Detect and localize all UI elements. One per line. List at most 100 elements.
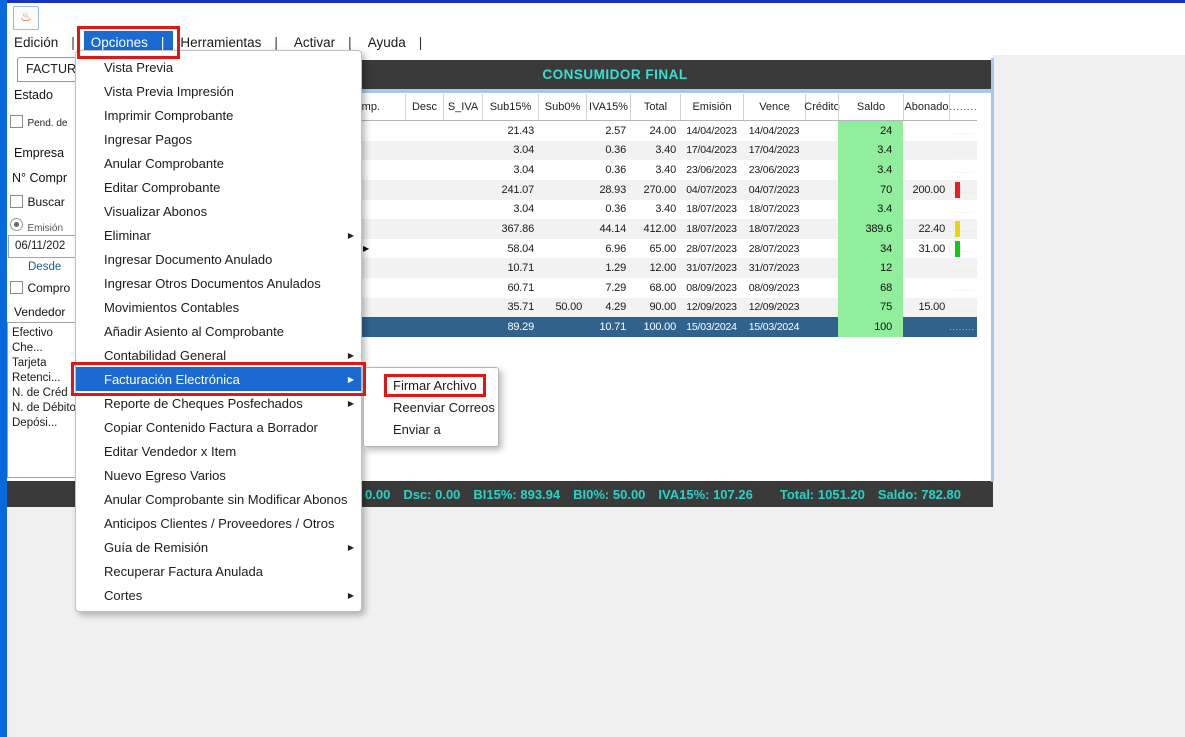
- menu-item-guia-de-remision[interactable]: Guía de Remisión▶: [76, 535, 361, 559]
- cell-iva15: 10.71: [586, 317, 630, 337]
- cell-s_iva: [443, 180, 482, 200]
- comprobante-checkbox-label: Compro: [27, 281, 70, 295]
- menu-item-anadir-asiento-al-comprobante[interactable]: Añadir Asiento al Comprobante: [76, 319, 361, 343]
- table-row[interactable]: 3.040.363.4017/04/202317/04/20233.4.....…: [333, 141, 977, 161]
- cell-sub15: 60.71: [482, 278, 538, 298]
- menu-item-cortes[interactable]: Cortes▶: [76, 583, 361, 607]
- app-window: ♨ Edición|Opciones|Herramientas|Activar|…: [0, 0, 1185, 737]
- cell-emision: 23/06/2023: [680, 160, 743, 180]
- table-row[interactable]: 10.711.2912.0031/07/202331/07/202312....…: [333, 258, 977, 278]
- submenu-item-firmar-archivo[interactable]: Firmar Archivo: [364, 374, 498, 396]
- menu-item-recuperar-factura-anulada[interactable]: Recuperar Factura Anulada: [76, 559, 361, 583]
- column-header-: ........: [949, 94, 977, 120]
- emision-radio[interactable]: Emisión: [10, 218, 63, 236]
- row-dots: ........: [949, 304, 975, 313]
- table-row[interactable]: 60.717.2968.0008/09/202308/09/202368....…: [333, 278, 977, 298]
- pend-checkbox[interactable]: Pend. de: [10, 113, 68, 131]
- menubar-item-activar[interactable]: Activar|: [287, 35, 361, 50]
- submenu-item-reenviar-correos[interactable]: Reenviar Correos: [364, 396, 498, 418]
- menu-item-eliminar[interactable]: Eliminar▶: [76, 223, 361, 247]
- table-row[interactable]: 3.040.363.4023/06/202323/06/20233.4.....…: [333, 160, 977, 180]
- cell-total: 24.00: [630, 121, 680, 141]
- table-row[interactable]: 241.0728.93270.0004/07/202304/07/2023702…: [333, 180, 977, 200]
- menu-item-vista-previa[interactable]: Vista Previa: [76, 55, 361, 79]
- menu-item-label: Ingresar Documento Anulado: [104, 252, 272, 267]
- menu-item-nuevo-egreso-varios[interactable]: Nuevo Egreso Varios: [76, 463, 361, 487]
- checkbox-icon[interactable]: [10, 195, 23, 208]
- cell-saldo: 24: [838, 121, 903, 141]
- cell-iva15: 2.57: [586, 121, 630, 141]
- table-row[interactable]: ▶58.046.9665.0028/07/202328/07/20233431.…: [333, 239, 977, 259]
- cell-s_iva: [443, 278, 482, 298]
- menu-item-imprimir-comprobante[interactable]: Imprimir Comprobante: [76, 103, 361, 127]
- cell-desc: [405, 317, 443, 337]
- cell-saldo: 34: [838, 239, 903, 259]
- menu-item-visualizar-abonos[interactable]: Visualizar Abonos: [76, 199, 361, 223]
- cell-sub15: 21.43: [482, 121, 538, 141]
- menu-item-reporte-de-cheques-posfechados[interactable]: Reporte de Cheques Posfechados▶: [76, 391, 361, 415]
- table-row[interactable]: 89.2910.71100.0015/03/202415/03/2024100.…: [333, 317, 977, 337]
- comprobante-checkbox[interactable]: Compro: [10, 279, 70, 297]
- menu-item-movimientos-contables[interactable]: Movimientos Contables: [76, 295, 361, 319]
- status-bar-red: [955, 182, 960, 198]
- submenu-item-enviar-a[interactable]: Enviar a: [364, 418, 498, 440]
- cell-emision: 08/09/2023: [680, 278, 743, 298]
- submenu-arrow-icon: ▶: [348, 351, 354, 360]
- cell-emision: 15/03/2024: [680, 317, 743, 337]
- menu-item-copiar-contenido-factura-a-borrador[interactable]: Copiar Contenido Factura a Borrador: [76, 415, 361, 439]
- table-row[interactable]: 21.432.5724.0014/04/202314/04/202324....…: [333, 121, 977, 141]
- cell-sub0: [538, 160, 586, 180]
- menu-item-anticipos-clientes-proveedores-otros[interactable]: Anticipos Clientes / Proveedores / Otros: [76, 511, 361, 535]
- checkbox-icon[interactable]: [10, 281, 23, 294]
- cell-vence: 14/04/2023: [743, 121, 805, 141]
- menu-item-editar-comprobante[interactable]: Editar Comprobante: [76, 175, 361, 199]
- cell-s_iva: [443, 200, 482, 220]
- cell-vence: 18/07/2023: [743, 219, 805, 239]
- table-row[interactable]: 3.040.363.4018/07/202318/07/20233.4.....…: [333, 200, 977, 220]
- menubar-item-ayuda[interactable]: Ayuda|: [361, 35, 432, 50]
- menu-item-vista-previa-impresion[interactable]: Vista Previa Impresión: [76, 79, 361, 103]
- cell-iva15: 0.36: [586, 141, 630, 161]
- cell-bar: ........: [949, 258, 977, 278]
- menu-item-label: Reporte de Cheques Posfechados: [104, 396, 303, 411]
- cell-abonado: 15.00: [903, 298, 949, 318]
- menu-item-anular-comprobante-sin-modificar-abonos[interactable]: Anular Comprobante sin Modificar Abonos: [76, 487, 361, 511]
- row-dots: ........: [949, 284, 975, 293]
- menu-item-label: Imprimir Comprobante: [104, 108, 233, 123]
- cell-emision: 18/07/2023: [680, 200, 743, 220]
- vendedor-label: Vendedor: [14, 305, 65, 319]
- radio-icon[interactable]: [10, 218, 23, 231]
- cell-sub0: [538, 258, 586, 278]
- menubar-item-herramientas[interactable]: Herramientas|: [173, 35, 287, 50]
- menu-item-label: Cortes: [104, 588, 142, 603]
- menu-item-ingresar-pagos[interactable]: Ingresar Pagos: [76, 127, 361, 151]
- buscar-checkbox[interactable]: Buscar: [10, 193, 65, 211]
- checkbox-icon[interactable]: [10, 115, 23, 128]
- column-header-vence: Vence: [743, 94, 805, 120]
- menubar-item-edicion[interactable]: Edición|: [7, 35, 84, 50]
- cell-s_iva: [443, 317, 482, 337]
- cell-desc: [405, 200, 443, 220]
- submenu-arrow-icon: ▶: [348, 231, 354, 240]
- menu-item-ingresar-documento-anulado[interactable]: Ingresar Documento Anulado: [76, 247, 361, 271]
- row-dots: ........: [949, 264, 975, 273]
- cell-sub0: [538, 317, 586, 337]
- cell-credito: [805, 278, 838, 298]
- menubar: ♨ Edición|Opciones|Herramientas|Activar|…: [7, 3, 1185, 55]
- submenu-arrow-icon: ▶: [348, 375, 354, 384]
- cell-iva15: 0.36: [586, 200, 630, 220]
- menu-item-editar-vendedor-x-item[interactable]: Editar Vendedor x Item: [76, 439, 361, 463]
- menu-item-facturacion-electronica[interactable]: Facturación Electrónica▶: [76, 367, 361, 391]
- menu-item-contabilidad-general[interactable]: Contabilidad General▶: [76, 343, 361, 367]
- status-bar-yellow: [955, 221, 960, 237]
- menu-item-ingresar-otros-documentos-anulados[interactable]: Ingresar Otros Documentos Anulados: [76, 271, 361, 295]
- menu-item-label: Nuevo Egreso Varios: [104, 468, 226, 483]
- row-dots: ........: [949, 245, 975, 254]
- menu-item-anular-comprobante[interactable]: Anular Comprobante: [76, 151, 361, 175]
- table-row[interactable]: 367.8644.14412.0018/07/202318/07/2023389…: [333, 219, 977, 239]
- column-header-saldo: Saldo: [838, 94, 903, 120]
- status-segment: BI15%: 893.94: [473, 487, 560, 502]
- cell-desc: [405, 141, 443, 161]
- table-row[interactable]: 35.7150.004.2990.0012/09/202312/09/20237…: [333, 298, 977, 318]
- cell-sub15: 10.71: [482, 258, 538, 278]
